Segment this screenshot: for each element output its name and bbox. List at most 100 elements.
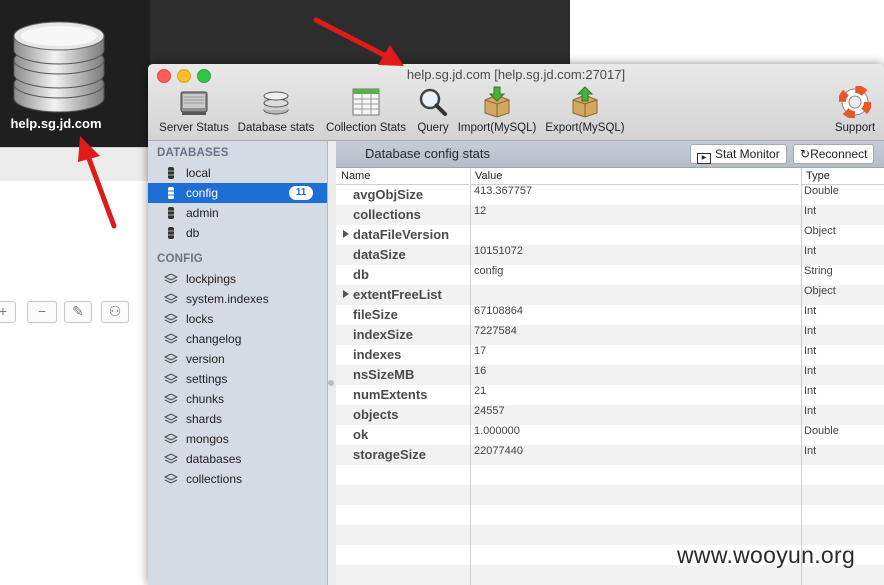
sidebar-item-version[interactable]: version xyxy=(148,349,327,369)
collection-count-badge: 11 xyxy=(289,186,313,200)
field-value: 21 xyxy=(474,385,487,397)
column-header-type[interactable]: Type xyxy=(801,168,884,185)
collection-icon xyxy=(164,433,178,444)
collection-icon xyxy=(164,313,178,324)
column-header-name[interactable]: Name xyxy=(336,168,469,185)
watermark: www.wooyun.org xyxy=(677,542,856,568)
support-button[interactable]: Support xyxy=(830,86,880,134)
collection-stats-label: Collection Stats xyxy=(326,122,406,134)
red-arrow-annotation xyxy=(78,136,117,229)
query-button[interactable]: Query xyxy=(412,86,454,134)
field-value: 17 xyxy=(474,345,487,357)
config-header: CONFIG xyxy=(157,253,203,265)
import-mysql-button[interactable]: Import(MySQL) xyxy=(456,86,538,134)
remove-connection-button[interactable]: − xyxy=(27,301,57,323)
sidebar-item-label: version xyxy=(186,352,225,366)
field-name: numExtents xyxy=(353,387,428,402)
sidebar-item-label: local xyxy=(186,166,211,180)
export-mysql-button[interactable]: Export(MySQL) xyxy=(543,86,627,134)
sidebar-item-chunks[interactable]: chunks xyxy=(148,389,327,409)
field-name: db xyxy=(353,267,369,282)
field-type: Int xyxy=(804,405,817,417)
reconnect-label: Reconnect xyxy=(810,147,868,161)
database-server-icon[interactable] xyxy=(12,8,106,114)
collection-icon xyxy=(164,473,178,484)
disclosure-triangle-icon[interactable] xyxy=(343,290,349,298)
collection-icon xyxy=(164,373,178,384)
sidebar-item-config[interactable]: config 11 xyxy=(148,183,327,203)
sidebar-item-label: config xyxy=(186,186,219,200)
export-box-icon xyxy=(572,86,598,118)
field-name: collections xyxy=(353,207,421,222)
database-stats-label: Database stats xyxy=(237,122,315,134)
connection-host-label[interactable]: help.sg.jd.com xyxy=(0,116,112,131)
sidebar-item-shards[interactable]: shards xyxy=(148,409,327,429)
sidebar-item-label: locks xyxy=(186,312,214,326)
sidebar-item-mongos[interactable]: mongos xyxy=(148,429,327,449)
field-name: fileSize xyxy=(353,307,398,322)
field-value: 12 xyxy=(474,205,487,217)
sidebar-item-lockpings[interactable]: lockpings xyxy=(148,269,327,289)
magnifier-icon xyxy=(419,88,447,116)
field-name: extentFreeList xyxy=(353,287,442,302)
sidebar-item-databases[interactable]: databases xyxy=(148,449,327,469)
collection-icon xyxy=(164,353,178,364)
database-stats-button[interactable]: Database stats xyxy=(236,86,316,134)
import-label: Import(MySQL) xyxy=(457,122,537,134)
stat-monitor-label: Stat Monitor xyxy=(715,147,780,161)
field-type: Object xyxy=(804,225,836,237)
collection-icon xyxy=(164,413,178,424)
field-name: indexSize xyxy=(353,327,413,342)
field-name: ok xyxy=(353,427,369,442)
column-divider xyxy=(470,168,471,585)
stats-header: Database config stats ▶ Stat Monitor ↻Rec… xyxy=(336,141,884,168)
sidebar-item-system-indexes[interactable]: system.indexes xyxy=(148,289,327,309)
add-connection-button[interactable]: + xyxy=(0,301,16,323)
stat-monitor-button[interactable]: ▶ Stat Monitor xyxy=(690,144,787,164)
databases-header: DATABASES xyxy=(157,147,229,159)
field-type: Int xyxy=(804,365,817,377)
query-label: Query xyxy=(417,122,449,134)
field-name: nsSizeMB xyxy=(353,367,415,382)
disclosure-triangle-icon[interactable] xyxy=(343,230,349,238)
red-arrow-annotation xyxy=(313,17,404,66)
field-value: 1.000000 xyxy=(474,425,520,437)
sidebar-item-db[interactable]: db xyxy=(148,223,327,243)
database-icon xyxy=(168,187,174,199)
field-value: 10151072 xyxy=(474,245,523,257)
collection-icon xyxy=(164,453,178,464)
field-name: avgObjSize xyxy=(353,187,424,202)
field-type: String xyxy=(804,265,833,277)
edit-connection-button[interactable]: ✎ xyxy=(64,301,92,323)
split-view-handle[interactable] xyxy=(328,380,334,386)
reload-icon: ↻ xyxy=(800,147,811,161)
sidebar-item-label: shards xyxy=(186,412,223,426)
reconnect-button[interactable]: ↻Reconnect xyxy=(793,144,875,164)
duplicate-connection-button[interactable]: ⚇ xyxy=(101,301,129,323)
field-type: Int xyxy=(804,445,817,457)
sidebar-item-label: changelog xyxy=(186,332,242,346)
collection-icon xyxy=(164,293,178,304)
titlebar-toolbar: help.sg.jd.com [help.sg.jd.com:27017] Se… xyxy=(148,64,884,141)
field-type: Int xyxy=(804,345,817,357)
sidebar-item-local[interactable]: local xyxy=(148,163,327,183)
sidebar-item-changelog[interactable]: changelog xyxy=(148,329,327,349)
collection-stats-button[interactable]: Collection Stats xyxy=(322,86,410,134)
column-header-value[interactable]: Value xyxy=(470,168,799,185)
server-icon xyxy=(180,91,208,115)
server-status-button[interactable]: Server Status xyxy=(156,86,232,134)
field-type: Int xyxy=(804,385,817,397)
support-label: Support xyxy=(834,122,876,134)
monitor-icon: ▶ xyxy=(697,153,711,164)
sidebar-item-admin[interactable]: admin xyxy=(148,203,327,223)
field-value: config xyxy=(474,265,504,277)
sidebar-item-locks[interactable]: locks xyxy=(148,309,327,329)
sidebar-item-label: collections xyxy=(186,472,243,486)
table-icon xyxy=(352,88,380,116)
field-type: Object xyxy=(804,285,836,297)
sidebar-item-settings[interactable]: settings xyxy=(148,369,327,389)
stats-panel: Database config stats ▶ Stat Monitor ↻Rec… xyxy=(336,141,884,585)
field-type: Int xyxy=(804,245,817,257)
sidebar-item-collections[interactable]: collections xyxy=(148,469,327,489)
sidebar-item-label: admin xyxy=(186,206,219,220)
